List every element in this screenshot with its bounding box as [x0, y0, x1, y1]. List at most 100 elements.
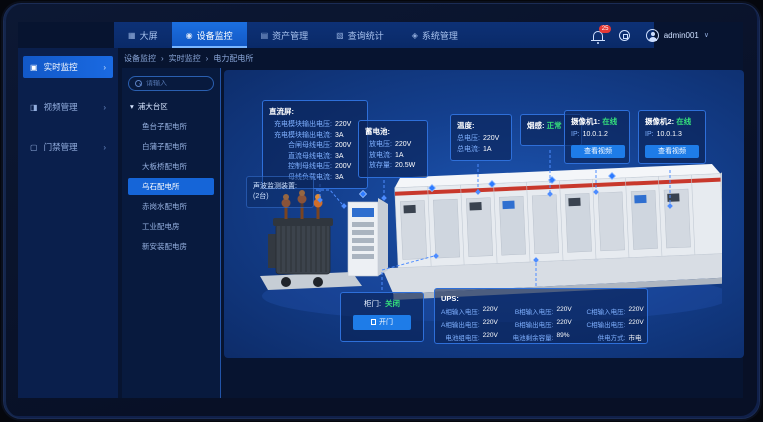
metric-label: C相输出电压: [586, 319, 625, 329]
tree-item-station-3[interactable]: 大板桥配电所 [128, 158, 214, 175]
camera1-panel: 摄像机1: 在线 IP: 10.0.1.2 查看视频 [564, 110, 630, 164]
acoustic-label-line1: 声波监测装置: [253, 182, 307, 192]
camera1-status: 在线 [602, 117, 617, 126]
tree-item-station-4-selected[interactable]: 乌石配电所 [128, 178, 214, 195]
device-frame: ▦ 大屏 ◉ 设备监控 ▤ 资产管理 ▧ 查询统计 ◈ 系统管理 [3, 3, 760, 419]
breadcrumb-item: 电力配电所 [213, 53, 253, 64]
top-navigation: ▦ 大屏 ◉ 设备监控 ▤ 资产管理 ▧ 查询统计 ◈ 系统管理 [18, 22, 743, 48]
sidebar-item-label: 视频管理 [44, 101, 78, 113]
station-tree-panel: ▾ 浦大台区 鱼台子配电所 白蒲子配电所 大板桥配电所 乌石配电所 赤岗水配电所… [122, 68, 221, 398]
metric-label: 放电流: [365, 151, 392, 162]
nav-tab-assets[interactable]: ▤ 资产管理 [247, 22, 323, 48]
metric-label: 充电模块输出电流: [269, 131, 332, 142]
tree-item-station-2[interactable]: 白蒲子配电所 [128, 138, 214, 155]
breadcrumb-item[interactable]: 设备监控 [124, 53, 156, 64]
notification-badge: 25 [599, 25, 612, 33]
metric-label: B相输出电压: [513, 319, 554, 329]
metric-label: A相输出电压: [441, 319, 480, 329]
metric-value: 220V [556, 306, 578, 316]
tree-item-station-5[interactable]: 赤岗水配电所 [128, 198, 214, 215]
nav-tab-bigscreen[interactable]: ▦ 大屏 [114, 22, 172, 48]
nav-tab-statistics[interactable]: ▧ 查询统计 [322, 22, 398, 48]
avatar [646, 29, 659, 42]
metric-label: 供电方式: [586, 332, 625, 342]
door-icon: ▢ [30, 143, 38, 152]
door-label: 柜门: [364, 298, 381, 309]
chevron-right-icon: › [103, 103, 106, 112]
app-window: ▦ 大屏 ◉ 设备监控 ▤ 资产管理 ▧ 查询统计 ◈ 系统管理 [18, 22, 743, 398]
camera1-ip: 10.0.1.2 [583, 130, 608, 141]
cabinet-door-panel: 柜门: 关闭 开门 [340, 292, 424, 342]
bigscreen-icon: ▦ [128, 31, 136, 40]
tree-item-station-6[interactable]: 工业配电房 [128, 218, 214, 235]
asset-icon: ▤ [261, 31, 269, 40]
chevron-down-icon: ∨ [704, 31, 709, 39]
view-video-button[interactable]: 查看视频 [571, 145, 625, 158]
nav-tabs: ▦ 大屏 ◉ 设备监控 ▤ 资产管理 ▧ 查询统计 ◈ 系统管理 [114, 22, 654, 48]
view-video-button[interactable]: 查看视频 [645, 145, 699, 158]
metric-label: A相输入电压: [441, 306, 480, 316]
nav-tab-label: 系统管理 [422, 29, 458, 42]
nav-tab-device-monitor[interactable]: ◉ 设备监控 [172, 22, 247, 48]
metric-value: 1A [483, 145, 505, 156]
user-name: admin001 [664, 31, 699, 40]
door-icon [371, 319, 376, 325]
panel-title: UPS: [441, 294, 641, 303]
metric-value: 市电 [628, 332, 650, 342]
camera2-ip: 10.0.1.3 [657, 130, 682, 141]
nav-tab-label: 资产管理 [272, 29, 308, 42]
metric-label: B相输入电压: [513, 306, 554, 316]
sidebar-item-label: 门禁管理 [44, 141, 78, 153]
video-icon: ◨ [30, 103, 38, 112]
metric-label: 总电压: [457, 134, 480, 145]
breadcrumb-item[interactable]: 实时监控 [169, 53, 201, 64]
sidebar-item-access-control[interactable]: ▢ 门禁管理 › [23, 136, 113, 158]
sidebar: ▣ 实时监控 › ◨ 视频管理 › ▢ 门禁管理 › [18, 48, 118, 398]
breadcrumb-separator: › [161, 54, 164, 63]
sidebar-item-video-manage[interactable]: ◨ 视频管理 › [23, 96, 113, 118]
metric-label: 控制母线电压: [269, 162, 332, 173]
metric-value: 20.5W [395, 161, 421, 172]
metric-value: 220V [628, 306, 650, 316]
metric-value: 220V [483, 319, 505, 329]
metric-label: 充电模块输出电压: [269, 120, 332, 131]
metric-value: 220V [483, 306, 505, 316]
nav-tab-label: 查询统计 [348, 29, 384, 42]
open-door-button[interactable]: 开门 [353, 315, 411, 330]
monitor-icon: ◉ [186, 31, 193, 40]
caret-down-icon: ▾ [130, 102, 134, 111]
metric-label: C相输入电压: [586, 306, 625, 316]
panel-title: 温度: [457, 120, 505, 131]
tree-search[interactable] [128, 76, 214, 91]
metric-label: 合闸母线电压: [269, 141, 332, 152]
panel-title: 烟感: [527, 121, 545, 130]
metric-label: 放电压: [365, 140, 392, 151]
nav-tab-label: 大屏 [140, 29, 158, 42]
sidebar-item-realtime-monitor[interactable]: ▣ 实时监控 › [23, 56, 113, 78]
nav-tab-label: 设备监控 [197, 29, 233, 42]
user-menu[interactable]: admin001 ∨ [646, 29, 709, 42]
nav-tab-system[interactable]: ◈ 系统管理 [398, 22, 472, 48]
realtime-monitor-icon: ▣ [30, 63, 38, 72]
tree-item-station-7[interactable]: 新安装配电房 [128, 238, 214, 255]
ip-label: IP: [571, 130, 580, 141]
ip-label: IP: [645, 130, 654, 141]
fullscreen-icon[interactable] [619, 30, 630, 41]
door-status: 关闭 [385, 298, 400, 309]
panel-title: 摄像机1: [571, 117, 600, 126]
charging-cabinet [348, 198, 388, 276]
notifications-button[interactable]: 25 [593, 31, 603, 40]
ups-panel: UPS: A相输入电压:220V B相输入电压:220V C相输入电压:220V… [434, 288, 648, 344]
switchgear-room [378, 163, 722, 300]
search-input[interactable] [146, 80, 207, 87]
panel-title: 蓄电池: [365, 126, 421, 137]
search-icon [135, 80, 142, 87]
panel-title: 摄像机2: [645, 117, 674, 126]
smoke-status: 正常 [547, 121, 562, 130]
metric-value: 220V [483, 134, 505, 145]
tree-group-toggle[interactable]: ▾ 浦大台区 [130, 101, 214, 112]
breadcrumb-separator: › [206, 54, 209, 63]
tree-item-station-1[interactable]: 鱼台子配电所 [128, 118, 214, 135]
metric-value: 220V [628, 319, 650, 329]
camera2-status: 在线 [676, 117, 691, 126]
